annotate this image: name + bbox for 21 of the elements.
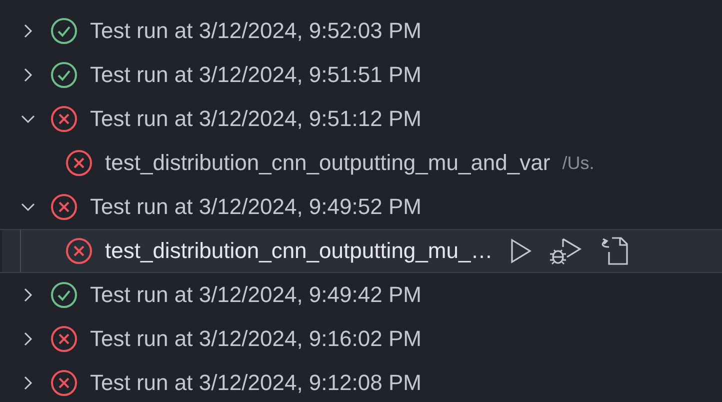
test-label: test_distribution_cnn_outputting_mu_… — [105, 238, 493, 264]
test-run-item[interactable]: Test run at 3/12/2024, 9:49:42 PM — [0, 273, 722, 317]
test-run-item[interactable]: Test run at 3/12/2024, 9:12:08 PM — [0, 361, 722, 402]
test-run-item[interactable]: Test run at 3/12/2024, 9:51:12 PM — [0, 97, 722, 141]
test-run-item[interactable]: Test run at 3/12/2024, 9:51:51 PM — [0, 53, 722, 97]
debug-icon[interactable] — [548, 237, 583, 265]
test-run-item[interactable]: Test run at 3/12/2024, 9:52:03 PM — [0, 9, 722, 53]
test-run-label: Test run at 3/12/2024, 9:51:12 PM — [90, 106, 422, 132]
test-run-label: Test run at 3/12/2024, 9:51:51 PM — [90, 62, 422, 88]
test-item[interactable]: test_distribution_cnn_outputting_mu_and_var /Us. — [0, 141, 722, 185]
test-run-label: Test run at 3/12/2024, 9:52:03 PM — [90, 18, 422, 44]
test-run-label: Test run at 3/12/2024, 9:12:08 PM — [90, 370, 422, 396]
test-label: test_distribution_cnn_outputting_mu_and_var — [105, 150, 550, 176]
test-run-label: Test run at 3/12/2024, 9:16:02 PM — [90, 326, 422, 352]
test-run-label: Test run at 3/12/2024, 9:49:52 PM — [90, 194, 422, 220]
test-path: /Us. — [562, 152, 594, 174]
test-run-item[interactable]: Test run at 3/12/2024, 9:16:02 PM — [0, 317, 722, 361]
test-run-label: Test run at 3/12/2024, 9:49:42 PM — [90, 282, 422, 308]
test-run-item[interactable]: Test run at 3/12/2024, 9:49:52 PM — [0, 185, 722, 229]
run-icon[interactable] — [508, 238, 533, 264]
test-item[interactable]: test_distribution_cnn_outputting_mu_… — [0, 229, 722, 273]
